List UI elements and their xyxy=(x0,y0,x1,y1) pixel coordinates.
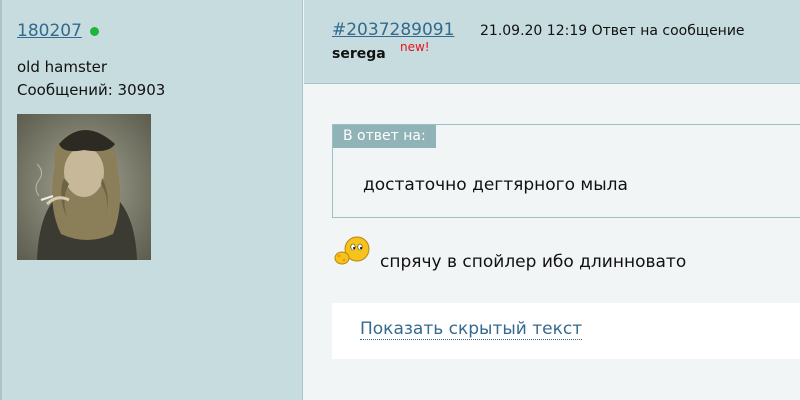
post-permalink[interactable]: #2037289091 xyxy=(332,20,454,40)
user-sidebar: 180207 old hamster Сообщений: 30903 xyxy=(0,0,303,400)
quote-block: В ответ на: достаточно дегтярного мыла xyxy=(332,124,800,218)
forum-post: 180207 old hamster Сообщений: 30903 #203… xyxy=(0,0,800,400)
quote-text: достаточно дегтярного мыла xyxy=(363,175,628,195)
post-count: Сообщений: 30903 xyxy=(17,81,166,99)
spoiler-block: Показать скрытый текст xyxy=(332,303,800,359)
user-title: old hamster xyxy=(17,58,108,76)
avatar-image xyxy=(17,114,151,260)
quote-header: В ответ на: xyxy=(333,125,436,148)
new-badge: new! xyxy=(400,40,430,54)
user-line: 180207 xyxy=(17,21,99,41)
post-author: serega xyxy=(332,46,386,62)
smiley-hiding-icon xyxy=(334,236,370,265)
online-status-icon xyxy=(89,27,99,36)
username-link[interactable]: 180207 xyxy=(17,21,82,41)
post-body-text: спрячу в спойлер ибо длинновато xyxy=(380,252,687,272)
avatar xyxy=(17,114,151,260)
post-meta: 21.09.20 12:19 Ответ на сообщение xyxy=(480,23,745,39)
show-hidden-text-link[interactable]: Показать скрытый текст xyxy=(360,319,583,340)
post-header: #2037289091 21.09.20 12:19 Ответ на сооб… xyxy=(304,0,800,84)
